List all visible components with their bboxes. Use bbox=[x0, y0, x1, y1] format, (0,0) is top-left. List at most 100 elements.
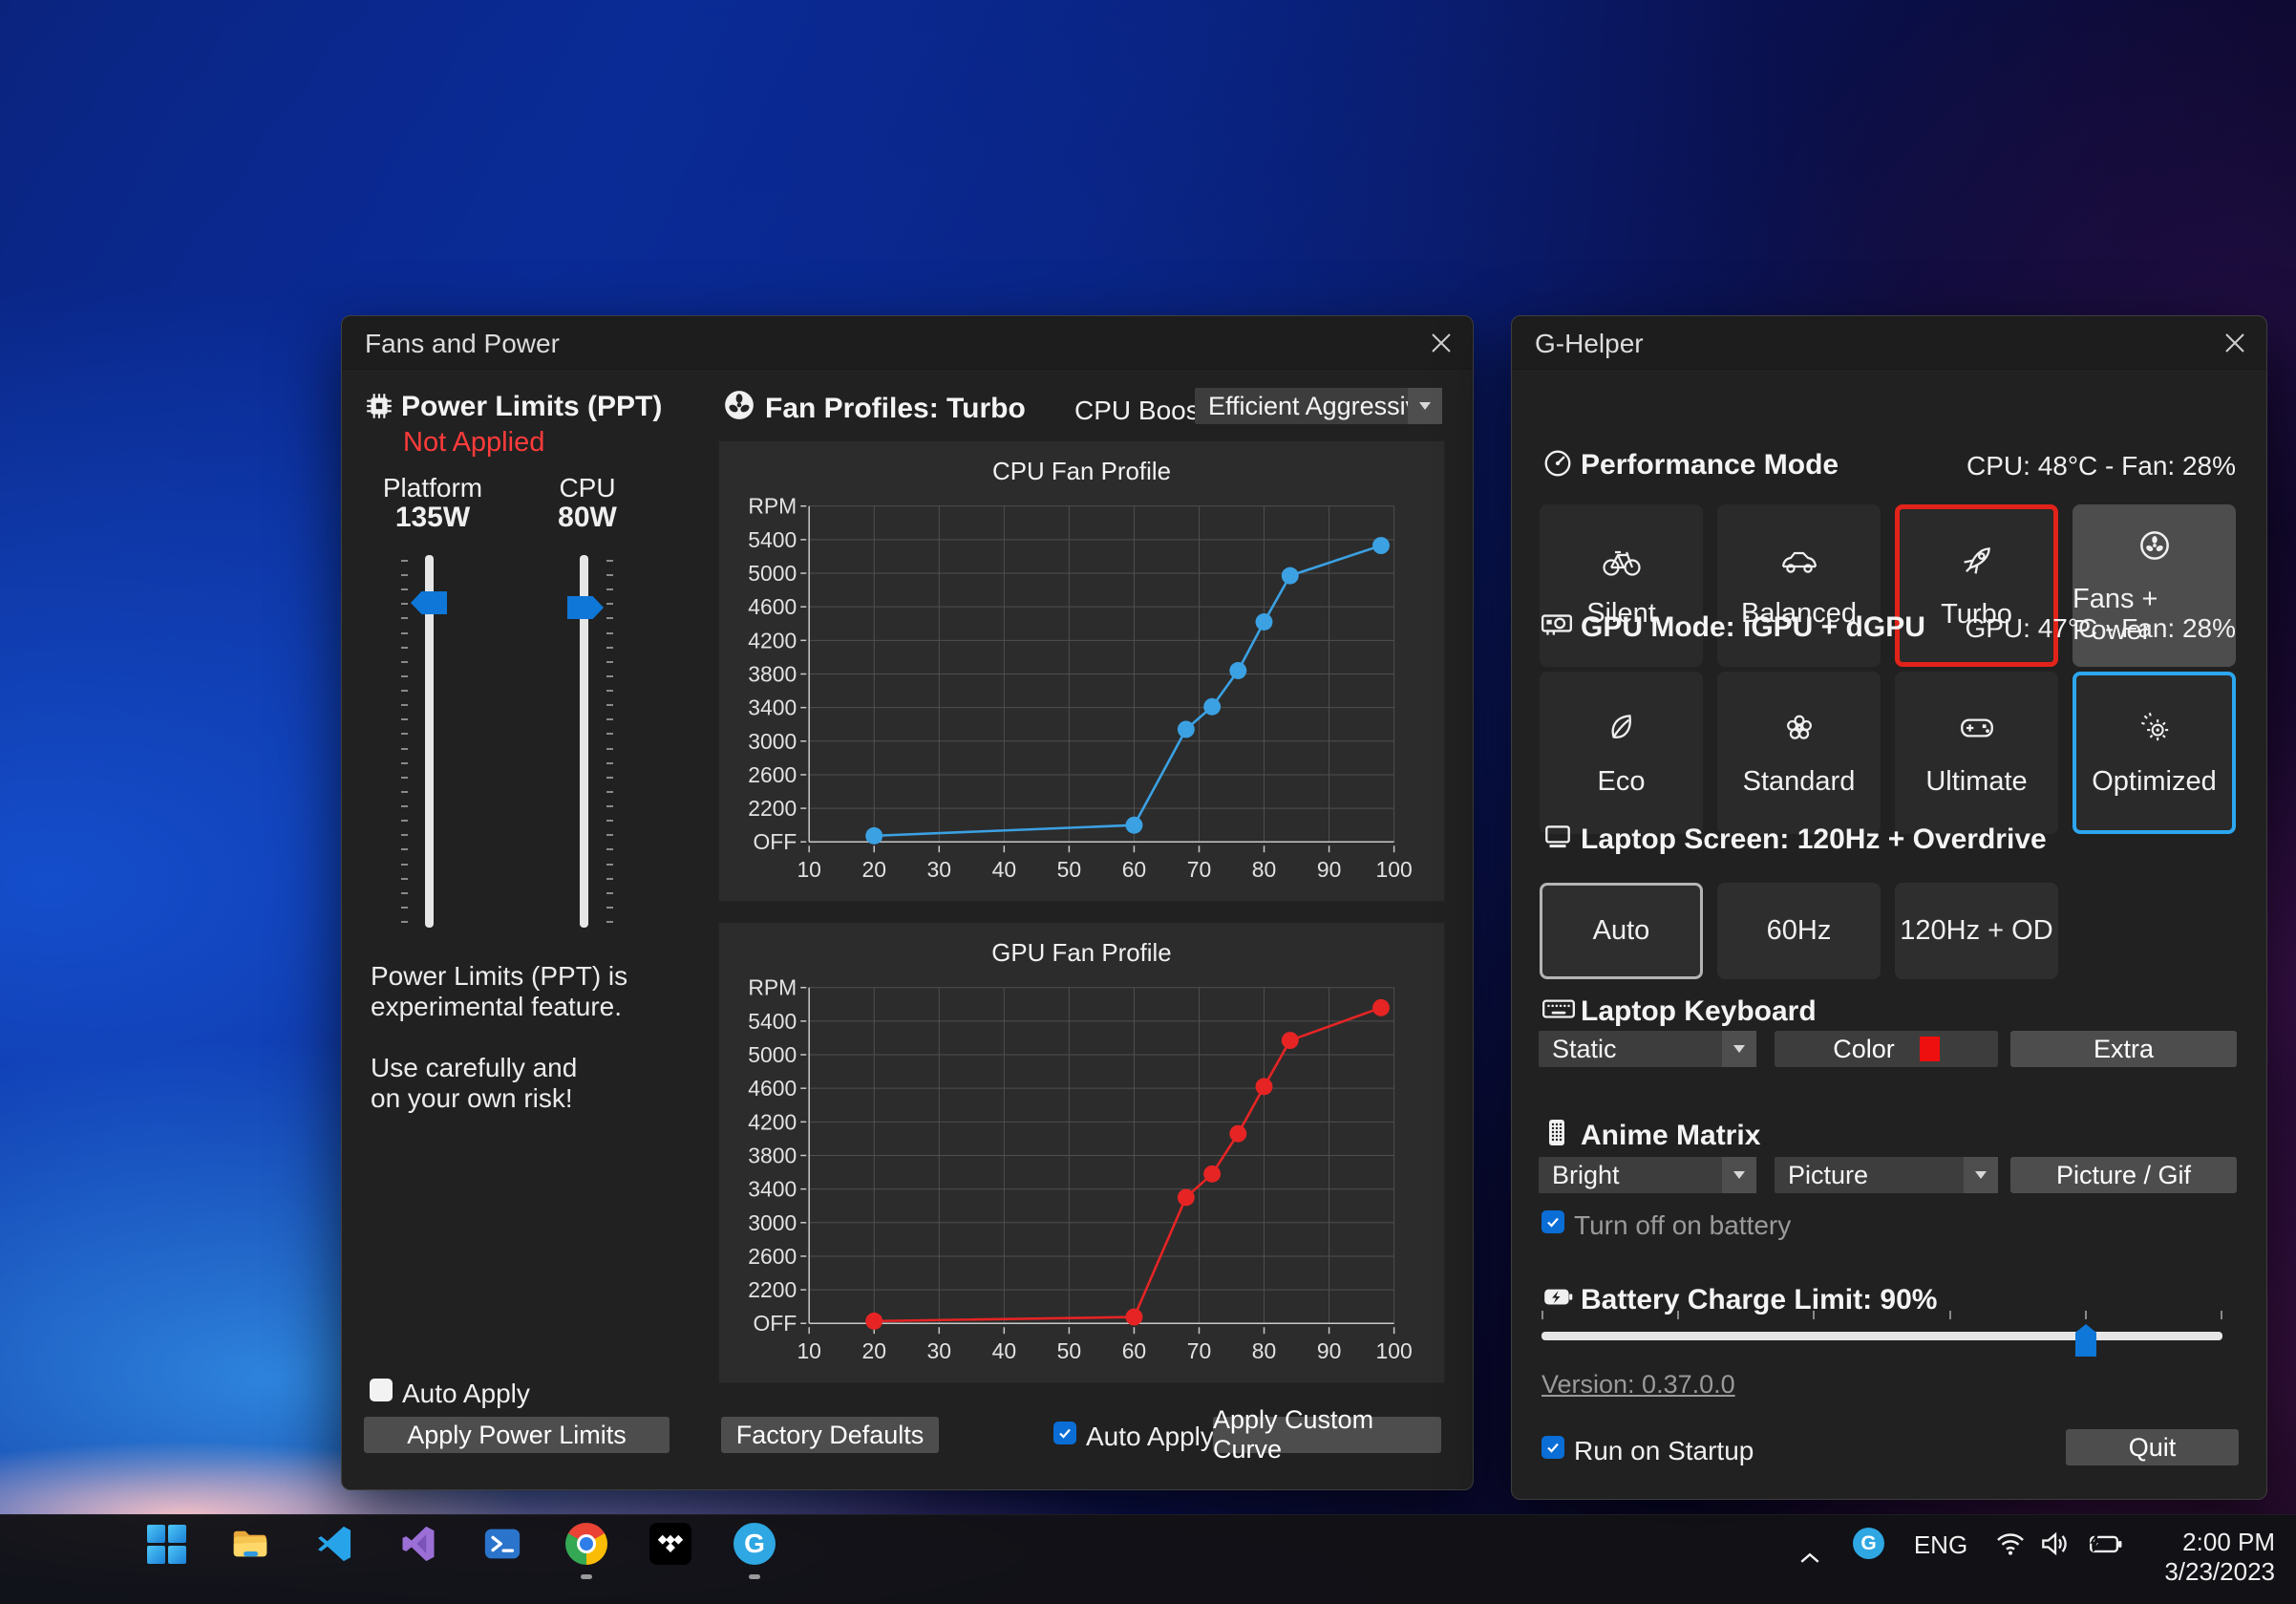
svg-text:4200: 4200 bbox=[748, 628, 797, 652]
svg-text:10: 10 bbox=[797, 1338, 820, 1363]
fan-icon bbox=[723, 389, 755, 426]
cpu-slider-thumb[interactable] bbox=[567, 596, 604, 619]
factory-defaults-button[interactable]: Factory Defaults bbox=[721, 1417, 939, 1453]
screen-button-auto[interactable]: Auto bbox=[1540, 883, 1703, 979]
svg-text:30: 30 bbox=[927, 1338, 951, 1363]
anime-content-dropdown[interactable]: Picture bbox=[1775, 1157, 1998, 1193]
curve-auto-apply-label: Auto Apply bbox=[1086, 1422, 1214, 1452]
turn-off-on-battery-checkbox[interactable] bbox=[1541, 1210, 1564, 1233]
cpu-label: CPU bbox=[535, 473, 640, 503]
anime-brightness-value: Bright bbox=[1539, 1161, 1722, 1190]
keyboard-color-button[interactable]: Color bbox=[1775, 1031, 1998, 1067]
matrix-icon bbox=[1542, 1117, 1571, 1154]
power-limits-title: Power Limits (PPT) bbox=[401, 391, 662, 423]
svg-text:20: 20 bbox=[862, 857, 886, 882]
g-helper-tray-icon[interactable]: G bbox=[1853, 1528, 1884, 1559]
platform-label: Platform bbox=[380, 473, 485, 503]
ghelper-window-title: G-Helper bbox=[1535, 329, 1644, 359]
svg-text:GPU Fan Profile: GPU Fan Profile bbox=[991, 940, 1171, 967]
svg-text:3400: 3400 bbox=[748, 1177, 797, 1202]
cpu-slider-ticks bbox=[606, 560, 613, 923]
svg-text:4600: 4600 bbox=[748, 594, 797, 619]
svg-text:5000: 5000 bbox=[748, 561, 797, 586]
run-on-startup-checkbox[interactable] bbox=[1541, 1436, 1564, 1459]
rocket-icon bbox=[1957, 541, 1997, 586]
fans-power-window: Fans and Power Power Limits (PPT) Not Ap… bbox=[341, 315, 1474, 1490]
svg-text:5000: 5000 bbox=[748, 1042, 797, 1067]
gpu-card-icon bbox=[1540, 609, 1574, 644]
power-auto-apply-checkbox[interactable] bbox=[370, 1379, 393, 1401]
platform-slider-thumb[interactable] bbox=[411, 591, 447, 614]
car-icon bbox=[1778, 542, 1820, 585]
anime-matrix-title: Anime Matrix bbox=[1581, 1120, 1760, 1152]
fans-window-title: Fans and Power bbox=[365, 329, 560, 359]
gpu-button-eco[interactable]: Eco bbox=[1540, 672, 1703, 834]
svg-text:2200: 2200 bbox=[748, 1277, 797, 1302]
gpu-fan-chart[interactable]: OFF220026003000340038004200460050005400R… bbox=[719, 923, 1444, 1382]
turn-off-on-battery-label: Turn off on battery bbox=[1574, 1210, 1791, 1241]
close-icon[interactable] bbox=[2215, 324, 2255, 362]
chrome-icon[interactable] bbox=[564, 1522, 608, 1566]
taskbar: G G ENG 2:00 PM 3/23/2023 bbox=[0, 1514, 2296, 1604]
clock[interactable]: 2:00 PM 3/23/2023 bbox=[2164, 1528, 2275, 1587]
gpu-button-standard[interactable]: Standard bbox=[1717, 672, 1881, 834]
svg-text:50: 50 bbox=[1057, 1338, 1081, 1363]
chevron-down-icon[interactable] bbox=[1408, 388, 1442, 424]
curve-auto-apply-checkbox[interactable] bbox=[1053, 1422, 1076, 1444]
speaker-icon[interactable] bbox=[2038, 1529, 2073, 1558]
svg-text:40: 40 bbox=[992, 857, 1016, 882]
ghelper-window-titlebar[interactable]: G-Helper bbox=[1512, 316, 2266, 370]
tray-chevron-up-icon[interactable] bbox=[1794, 1542, 1826, 1574]
keyboard-extra-button[interactable]: Extra bbox=[2010, 1031, 2237, 1067]
close-icon[interactable] bbox=[1421, 324, 1461, 362]
gamepad-icon bbox=[1957, 708, 1997, 753]
quit-button[interactable]: Quit bbox=[2066, 1429, 2239, 1465]
clock-date: 3/23/2023 bbox=[2164, 1557, 2275, 1587]
cpu-boost-dropdown[interactable]: Efficient Aggressive bbox=[1195, 388, 1442, 424]
anime-brightness-dropdown[interactable]: Bright bbox=[1539, 1157, 1756, 1193]
svg-text:3000: 3000 bbox=[748, 1210, 797, 1235]
apply-custom-curve-button[interactable]: Apply Custom Curve bbox=[1213, 1417, 1441, 1453]
svg-text:OFF: OFF bbox=[753, 1311, 797, 1336]
anime-picture-gif-button[interactable]: Picture / Gif bbox=[2010, 1157, 2237, 1193]
chevron-down-icon[interactable] bbox=[1722, 1157, 1756, 1193]
file-explorer-icon[interactable] bbox=[228, 1522, 272, 1566]
visual-studio-icon[interactable] bbox=[396, 1522, 440, 1566]
battery-charging-icon[interactable] bbox=[2084, 1530, 2124, 1559]
version-link[interactable]: Version: 0.37.0.0 bbox=[1541, 1370, 1735, 1400]
anime-content-value: Picture bbox=[1775, 1161, 1964, 1190]
cpu-boost-value: Efficient Aggressive bbox=[1195, 392, 1408, 421]
screen-button-60hz[interactable]: 60Hz bbox=[1717, 883, 1881, 979]
svg-text:2600: 2600 bbox=[748, 1244, 797, 1269]
gpu-button-optimized[interactable]: Optimized bbox=[2073, 672, 2236, 834]
cpu-temp-status: CPU: 48°C - Fan: 28% bbox=[1966, 451, 2236, 481]
svg-text:2200: 2200 bbox=[748, 796, 797, 821]
wifi-icon[interactable] bbox=[1994, 1530, 2027, 1557]
apply-power-limits-button[interactable]: Apply Power Limits bbox=[364, 1417, 670, 1453]
terminal-icon[interactable] bbox=[480, 1522, 524, 1566]
svg-text:100: 100 bbox=[1376, 857, 1413, 882]
power-limits-note: Power Limits (PPT) is experimental featu… bbox=[371, 961, 627, 1114]
battery-slider-track[interactable] bbox=[1541, 1332, 2222, 1340]
clock-time: 2:00 PM bbox=[2164, 1528, 2275, 1557]
svg-text:CPU Fan Profile: CPU Fan Profile bbox=[992, 459, 1171, 485]
language-indicator[interactable]: ENG bbox=[1914, 1531, 1967, 1558]
chevron-down-icon[interactable] bbox=[1722, 1031, 1756, 1067]
fans-window-titlebar[interactable]: Fans and Power bbox=[342, 316, 1473, 370]
tidal-icon[interactable] bbox=[648, 1522, 692, 1566]
svg-text:4200: 4200 bbox=[748, 1109, 797, 1134]
screen-button-120hz-od[interactable]: 120Hz + OD bbox=[1895, 883, 2058, 979]
start-button[interactable] bbox=[144, 1522, 188, 1566]
chevron-down-icon[interactable] bbox=[1964, 1157, 1998, 1193]
g-helper-taskbar-icon[interactable]: G bbox=[733, 1522, 776, 1566]
vscode-icon[interactable] bbox=[312, 1522, 356, 1566]
svg-text:3400: 3400 bbox=[748, 695, 797, 720]
keyboard-mode-dropdown[interactable]: Static bbox=[1539, 1031, 1756, 1067]
running-indicator bbox=[581, 1574, 592, 1579]
idea-gear-icon bbox=[2135, 708, 2175, 753]
battery-slider-thumb[interactable] bbox=[2075, 1324, 2096, 1357]
cpu-fan-chart[interactable]: OFF220026003000340038004200460050005400R… bbox=[719, 441, 1444, 901]
running-indicator bbox=[749, 1574, 760, 1579]
gpu-button-ultimate[interactable]: Ultimate bbox=[1895, 672, 2058, 834]
svg-text:20: 20 bbox=[862, 1338, 886, 1363]
